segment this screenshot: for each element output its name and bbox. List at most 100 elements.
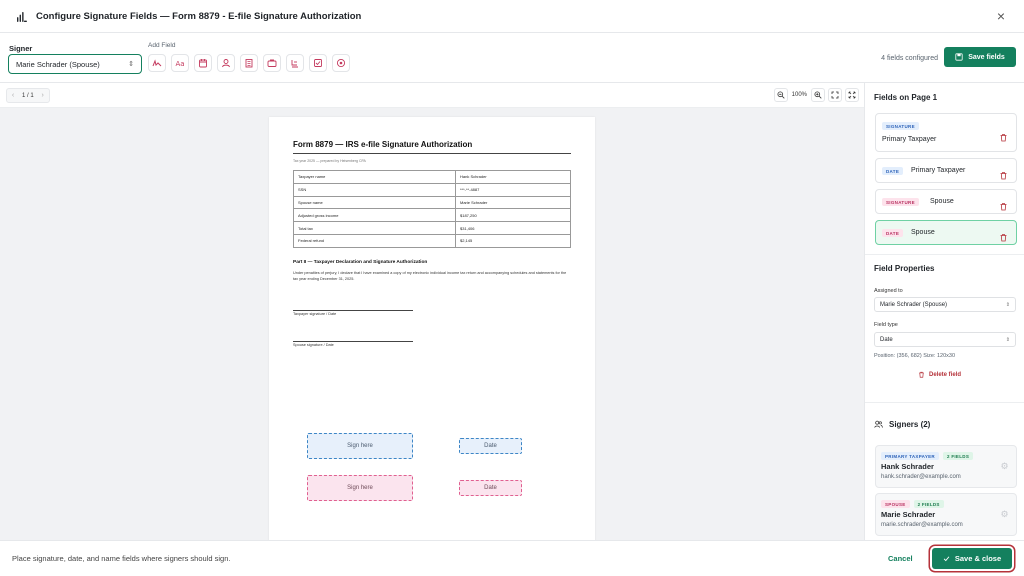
table-row: Adjusted gross income $187,250	[293, 208, 571, 223]
signer-label: Signer	[9, 44, 33, 53]
row-key: Spouse name	[293, 195, 456, 210]
fields-sidebar: Fields on Page 1 SIGNATURE Primary Taxpa…	[864, 83, 1024, 540]
spouse-signature-caption: Spouse signature / Date	[293, 343, 334, 347]
chevron-updown-icon: ⇕	[1005, 336, 1010, 343]
signer-name: Hank Schrader	[881, 462, 934, 471]
assigned-to-select[interactable]: Marie Schrader (Spouse) ⇕	[874, 297, 1016, 312]
document-page[interactable]: Form 8879 — IRS e-file Signature Authori…	[269, 117, 595, 540]
trash-icon[interactable]	[999, 229, 1008, 242]
field-card-primary-date[interactable]: DATE Primary Taxpayer	[875, 158, 1017, 183]
row-key: Adjusted gross income	[293, 208, 456, 223]
add-signature-button[interactable]	[148, 54, 166, 72]
add-radio-button[interactable]	[332, 54, 350, 72]
spouse-date-field[interactable]: Date	[459, 480, 522, 496]
fit-page-button[interactable]	[828, 88, 842, 102]
trash-icon	[919, 371, 924, 378]
prev-page-icon[interactable]: ‹	[7, 92, 19, 99]
zoom-in-icon	[814, 91, 822, 99]
primary-date-field[interactable]: Date	[459, 438, 522, 454]
sidebar-divider	[865, 254, 1024, 255]
table-row: SSN ***-**-4887	[293, 182, 571, 197]
spouse-signature-line	[293, 341, 413, 342]
trash-icon[interactable]	[999, 129, 1008, 142]
svg-text:Aa: Aa	[176, 60, 185, 68]
page-navigator: ‹ 1 / 1 ›	[6, 88, 50, 103]
add-text-button[interactable]	[286, 54, 304, 72]
role-badge: SPOUSE	[881, 500, 910, 508]
add-initials-button[interactable]: Aa	[171, 54, 189, 72]
field-type-label: Field type	[874, 322, 898, 328]
field-card-label: Spouse	[930, 198, 954, 205]
field-card-spouse-signature[interactable]: SIGNATURE Spouse	[875, 189, 1017, 214]
role-badge: PRIMARY TAXPAYER	[881, 452, 939, 460]
gear-icon[interactable]: ⚙	[999, 461, 1010, 472]
taxpayer-signature-caption: Taxpayer signature / Date	[293, 312, 337, 316]
add-checkbox-button[interactable]	[309, 54, 327, 72]
field-card-primary-signature[interactable]: SIGNATURE Primary Taxpayer	[875, 113, 1017, 152]
trash-icon[interactable]	[999, 167, 1008, 180]
signers-heading: Signers (2)	[889, 420, 931, 429]
document-title: Form 8879 — IRS e-file Signature Authori…	[293, 140, 473, 149]
add-title-button[interactable]	[263, 54, 281, 72]
signers-heading-row: Signers (2)	[874, 420, 930, 429]
save-close-button[interactable]: Save & close	[932, 548, 1012, 569]
text-icon	[291, 60, 298, 68]
fullscreen-icon	[848, 91, 856, 99]
cancel-button[interactable]: Cancel	[888, 554, 913, 563]
document-viewer[interactable]: Form 8879 — IRS e-file Signature Authori…	[0, 108, 864, 540]
field-tools: Aa	[148, 54, 350, 72]
signer-name: Marie Schrader	[881, 510, 936, 519]
table-row: Federal refund $2,145	[293, 233, 571, 248]
field-card-spouse-date[interactable]: DATE Spouse	[875, 220, 1017, 245]
sidebar-divider	[865, 402, 1024, 403]
delete-field-label: Delete field	[929, 371, 962, 378]
add-date-button[interactable]	[194, 54, 212, 72]
delete-field-button[interactable]: Delete field	[918, 371, 961, 378]
signature-logo-icon	[16, 9, 30, 23]
spouse-signature-field[interactable]: Sign here	[307, 475, 413, 501]
checkbox-icon	[314, 59, 322, 67]
page-indicator: 1 / 1	[22, 92, 34, 99]
date-icon	[199, 59, 207, 68]
field-type-badge: DATE	[882, 229, 904, 237]
row-value: ***-**-4887	[455, 182, 571, 197]
signer-select[interactable]: Marie Schrader (Spouse) ⇕	[8, 54, 142, 74]
add-name-button[interactable]	[217, 54, 235, 72]
zoom-in-button[interactable]	[811, 88, 825, 102]
part2-text: Under penalties of perjury, I declare th…	[293, 271, 567, 281]
field-type-select[interactable]: Date ⇕	[874, 332, 1016, 347]
assigned-to-label: Assigned to	[874, 288, 903, 294]
add-field-label: Add Field	[148, 42, 176, 49]
signer-card-spouse[interactable]: SPOUSE 2 FIELDS Marie Schrader marie.sch…	[875, 493, 1017, 536]
row-value: Marie Schrader	[455, 195, 571, 210]
field-type-badge: SIGNATURE	[882, 198, 919, 206]
signer-badges: SPOUSE 2 FIELDS	[881, 500, 944, 508]
signer-card-primary[interactable]: PRIMARY TAXPAYER 2 FIELDS Hank Schrader …	[875, 445, 1017, 488]
gear-icon[interactable]: ⚙	[999, 509, 1010, 520]
trash-icon[interactable]	[999, 198, 1008, 211]
zoom-out-button[interactable]	[773, 88, 788, 102]
dialog-title: Configure Signature Fields — Form 8879 -…	[36, 10, 362, 22]
row-value: $187,250	[455, 208, 571, 223]
footer-hint: Place signature, date, and name fields w…	[12, 554, 231, 563]
tax-summary-table: Taxpayer name Hank Schrader SSN ***-**-488…	[293, 170, 571, 248]
radio-icon	[336, 58, 346, 68]
field-toolbar: Signer Marie Schrader (Spouse) ⇕ Add Fie…	[0, 33, 1024, 83]
fullscreen-button[interactable]	[845, 88, 859, 102]
part2-heading: Part II — Taxpayer Declaration and Signa…	[293, 260, 428, 265]
row-key: Total tax	[293, 221, 456, 235]
next-page-icon[interactable]: ›	[37, 92, 49, 99]
fields-heading: Fields on Page 1	[874, 93, 938, 102]
dialog-header: Configure Signature Fields — Form 8879 -…	[0, 0, 1024, 33]
document-subtitle: Tax year 2025 — prepared by Heisenberg C…	[293, 159, 366, 163]
primary-signature-field[interactable]: Sign here	[307, 433, 413, 459]
close-icon[interactable]: ×	[994, 9, 1008, 23]
chevron-updown-icon: ⇕	[128, 61, 134, 68]
save-fields-button[interactable]: Save fields	[944, 47, 1016, 67]
signer-email: marie.schrader@example.com	[881, 522, 963, 528]
title-icon	[267, 59, 277, 67]
add-company-button[interactable]	[240, 54, 258, 72]
zoom-out-icon	[777, 91, 785, 99]
row-key: Taxpayer name	[293, 170, 456, 184]
check-icon	[943, 556, 950, 562]
